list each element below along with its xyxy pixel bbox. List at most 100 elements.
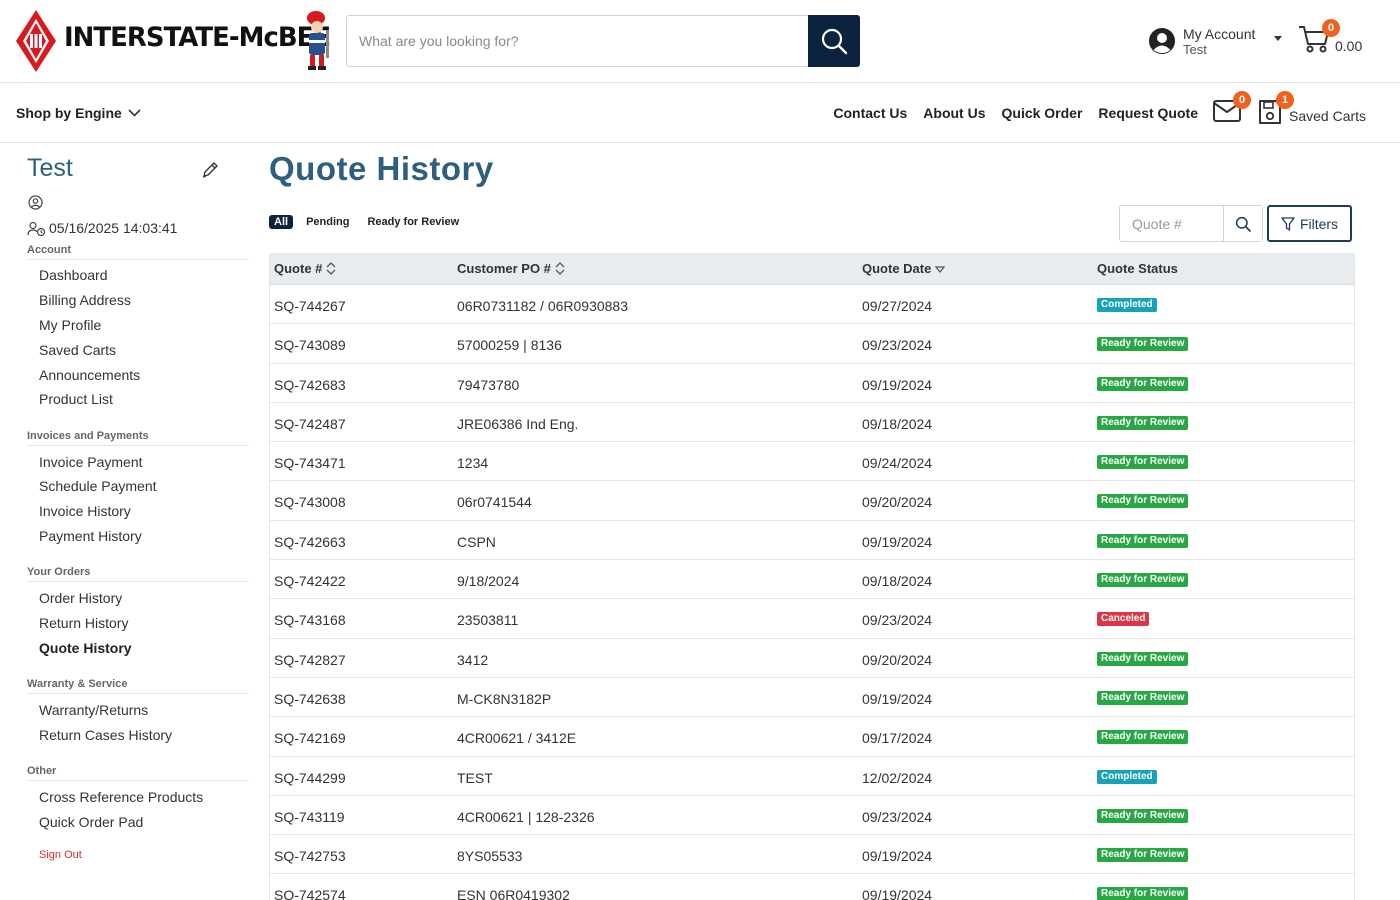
- quote-number-cell[interactable]: SQ-742574: [274, 887, 346, 900]
- cart-total: 0.00: [1335, 38, 1363, 54]
- quote-number-cell[interactable]: SQ-743168: [274, 612, 346, 628]
- status-badge: Ready for Review: [1097, 337, 1189, 352]
- tab-ready-for-review[interactable]: Ready for Review: [362, 215, 464, 229]
- quote-status-cell: Ready for Review: [1097, 490, 1189, 509]
- quote-date-cell: 09/19/2024: [862, 690, 933, 707]
- sidebar-item-cross-reference-products[interactable]: Cross Reference Products: [39, 789, 203, 805]
- brand-logo-icon[interactable]: [16, 10, 56, 72]
- column-header-customer-po[interactable]: Customer PO #: [457, 261, 565, 276]
- sidebar-item-order-history[interactable]: Order History: [39, 590, 122, 606]
- column-label: Customer PO #: [457, 261, 551, 276]
- table-row[interactable]: SQ-742638 M-CK8N3182P 09/19/2024 Ready for …: [270, 678, 1354, 718]
- quote-search-button[interactable]: [1224, 206, 1262, 241]
- customer-po-cell: 23503811: [457, 612, 519, 629]
- table-row[interactable]: SQ-742683 79473780 09/19/2024 Ready for Rev…: [270, 364, 1354, 403]
- table-row[interactable]: SQ-743168 23503811 09/23/2024 Canceled: [270, 599, 1354, 639]
- quote-status-cell: Ready for Review: [1097, 883, 1189, 900]
- sidebar-item-my-profile[interactable]: My Profile: [39, 317, 101, 333]
- sidebar-item-return-history[interactable]: Return History: [39, 615, 128, 631]
- quote-status-cell: Ready for Review: [1097, 412, 1189, 430]
- brand-name[interactable]: INTERSTATE-McBEE: [64, 22, 331, 53]
- last-login: 05/16/2025 14:03:41: [27, 220, 177, 236]
- shop-by-engine-menu[interactable]: Shop by Engine: [16, 105, 141, 121]
- messages-button[interactable]: 0: [1213, 91, 1251, 124]
- table-row[interactable]: SQ-742753 8YS05533 09/19/2024 Ready for Rev…: [270, 835, 1354, 875]
- last-login-timestamp: 05/16/2025 14:03:41: [49, 220, 178, 236]
- table-row[interactable]: SQ-742487 JRE06386 Ind Eng. 09/18/2024 Read…: [270, 403, 1354, 443]
- sign-out-link[interactable]: Sign Out: [39, 849, 82, 861]
- quote-number-cell[interactable]: SQ-742487: [274, 416, 346, 432]
- table-row[interactable]: SQ-742663 CSPN 09/19/2024 Ready for Review: [270, 521, 1354, 561]
- sidebar-item-dashboard[interactable]: Dashboard: [39, 267, 108, 283]
- quote-status-cell: Completed: [1097, 766, 1157, 784]
- quote-number-cell[interactable]: SQ-743119: [274, 809, 345, 825]
- sidebar-item-payment-history[interactable]: Payment History: [39, 528, 142, 544]
- sidebar-item-schedule-payment[interactable]: Schedule Payment: [39, 478, 157, 494]
- site-search-button[interactable]: [808, 15, 860, 67]
- quote-number-cell[interactable]: SQ-742827: [274, 652, 346, 668]
- nav-link-quick-order[interactable]: Quick Order: [1002, 105, 1083, 121]
- cart-button[interactable]: 0 0.00: [1298, 19, 1378, 58]
- account-name: Test: [27, 154, 73, 182]
- table-row[interactable]: SQ-744267 06R0731182 / 06R0930883 09/27/20…: [270, 285, 1354, 325]
- status-badge: Completed: [1097, 769, 1157, 784]
- table-row[interactable]: SQ-742422 9/18/2024 09/18/2024 Ready for Re…: [270, 560, 1354, 600]
- table-row[interactable]: SQ-743471 1234 09/24/2024 Ready for Review: [270, 442, 1354, 482]
- sidebar-item-quick-order-pad[interactable]: Quick Order Pad: [39, 814, 143, 830]
- table-row[interactable]: SQ-742169 4CR00621 / 3412E 09/17/2024 Ready…: [270, 717, 1354, 757]
- status-badge: Ready for Review: [1097, 690, 1189, 705]
- table-row[interactable]: SQ-743089 57000259 | 8136 09/23/2024 Ready …: [270, 324, 1354, 364]
- column-header-quote-date[interactable]: Quote Date: [862, 261, 946, 276]
- quote-number-cell[interactable]: SQ-742638: [274, 691, 346, 707]
- quote-number-cell[interactable]: SQ-742169: [274, 730, 346, 746]
- quote-number-cell[interactable]: SQ-742753: [274, 848, 346, 864]
- quote-number-cell[interactable]: SQ-743471: [274, 455, 346, 471]
- sidebar-item-return-cases-history[interactable]: Return Cases History: [39, 727, 172, 743]
- tab-pending[interactable]: Pending: [301, 215, 354, 229]
- quote-number-cell[interactable]: SQ-743008: [274, 494, 346, 510]
- quote-number-input[interactable]: [1120, 206, 1224, 241]
- tab-all[interactable]: All: [269, 215, 294, 229]
- sidebar-item-billing-address[interactable]: Billing Address: [39, 292, 131, 308]
- status-badge: Ready for Review: [1097, 415, 1189, 430]
- quote-date-cell: 09/24/2024: [862, 455, 933, 472]
- sidebar-item-saved-carts[interactable]: Saved Carts: [39, 342, 116, 358]
- status-badge: Ready for Review: [1097, 376, 1189, 391]
- sidebar-item-invoice-history[interactable]: Invoice History: [39, 503, 131, 519]
- my-account-menu[interactable]: My Account Test: [1148, 24, 1288, 60]
- quote-status-cell: Ready for Review: [1097, 333, 1189, 352]
- table-row[interactable]: SQ-743008 06r0741544 09/20/2024 Ready for R…: [270, 481, 1354, 521]
- pencil-edit-icon[interactable]: [201, 161, 219, 179]
- nav-link-request-quote[interactable]: Request Quote: [1098, 105, 1198, 121]
- sidebar-item-product-list[interactable]: Product List: [39, 391, 113, 407]
- customer-po-cell: 3412: [457, 651, 489, 668]
- table-row[interactable]: SQ-742574 ESN 06R0419302 09/19/2024 Ready f…: [270, 874, 1354, 900]
- quote-number-cell[interactable]: SQ-744267: [274, 298, 346, 314]
- quote-date-cell: 09/19/2024: [862, 376, 933, 393]
- column-header-quote-number[interactable]: Quote #: [274, 261, 336, 276]
- sidebar-item-invoice-payment[interactable]: Invoice Payment: [39, 454, 143, 470]
- table-row[interactable]: SQ-743119 4CR00621 | 128-2326 09/23/2024 Re…: [270, 796, 1354, 836]
- site-search-input[interactable]: [347, 16, 809, 66]
- status-badge: Completed: [1097, 298, 1157, 312]
- quote-number-cell[interactable]: SQ-742683: [274, 377, 346, 393]
- quote-number-cell[interactable]: SQ-742422: [274, 573, 346, 589]
- quote-status-cell: Ready for Review: [1097, 451, 1189, 470]
- table-row[interactable]: SQ-744299 TEST 12/02/2024 Completed: [270, 757, 1354, 796]
- sidebar-item-announcements[interactable]: Announcements: [39, 367, 140, 383]
- quote-number-cell[interactable]: SQ-743089: [274, 337, 346, 353]
- nav-link-about-us[interactable]: About Us: [923, 105, 985, 121]
- filters-button[interactable]: Filters: [1267, 205, 1352, 242]
- table-body: SQ-744267 06R0731182 / 06R0930883 09/27/20…: [270, 285, 1354, 900]
- customer-po-cell: 57000259 | 8136: [457, 337, 562, 354]
- customer-po-cell: 79473780: [457, 376, 520, 393]
- saved-carts-count-badge: 1: [1276, 91, 1294, 109]
- table-row[interactable]: SQ-742827 3412 09/20/2024 Ready for Review: [270, 639, 1354, 678]
- saved-carts-button[interactable]: 1 Saved Carts: [1258, 91, 1368, 127]
- quote-number-cell[interactable]: SQ-742663: [274, 534, 346, 550]
- sidebar-item-warranty-returns[interactable]: Warranty/Returns: [39, 702, 148, 718]
- nav-link-contact-us[interactable]: Contact Us: [833, 105, 907, 121]
- sidebar-item-quote-history[interactable]: Quote History: [39, 640, 132, 656]
- quote-date-cell: 09/20/2024: [862, 651, 933, 668]
- quote-number-cell[interactable]: SQ-744299: [274, 770, 346, 786]
